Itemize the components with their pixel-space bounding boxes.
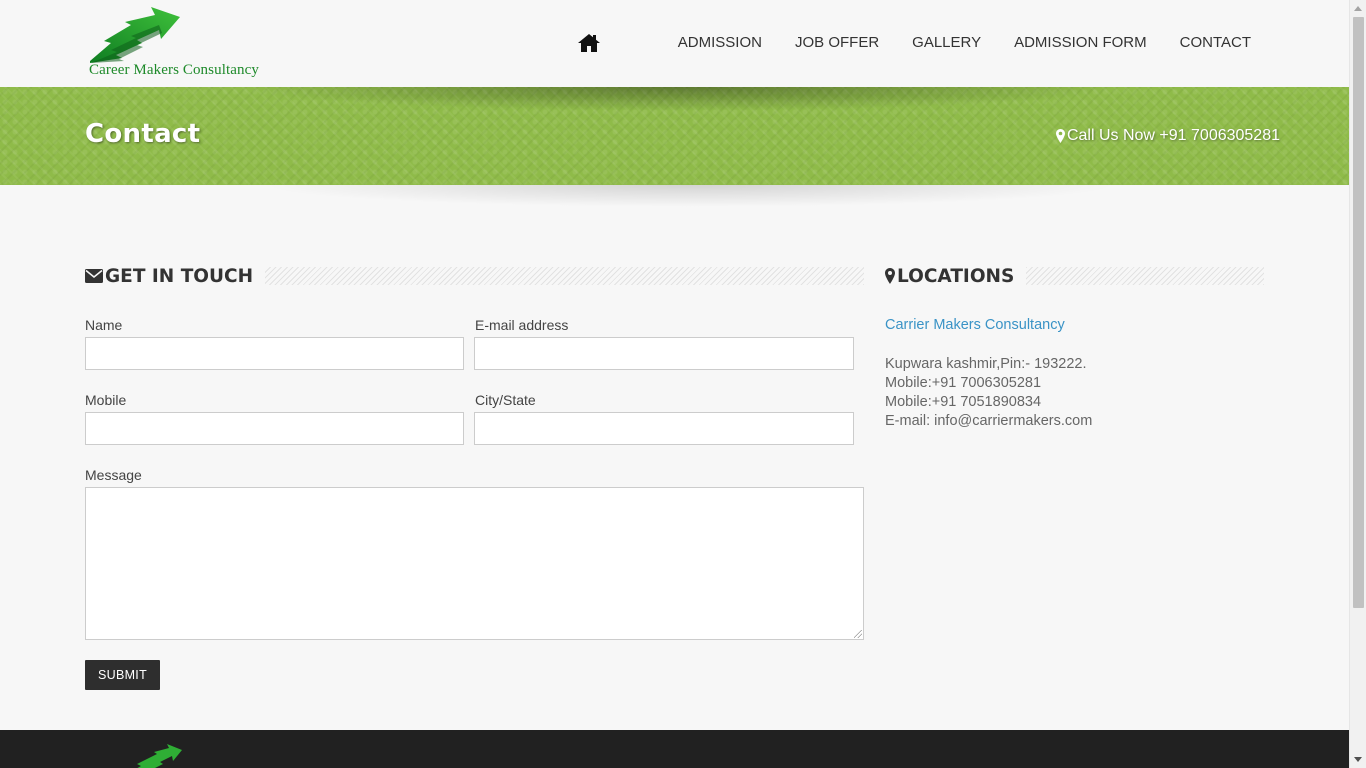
city-input[interactable] <box>474 412 854 445</box>
site-header: Career Makers Consultancy ADMISSION JOB … <box>0 0 1349 87</box>
scrollbar-thumb[interactable] <box>1353 17 1364 608</box>
email-label: E-mail address <box>475 317 569 333</box>
heading-divider <box>265 267 864 285</box>
nav-home[interactable] <box>577 31 601 55</box>
nav-item-admission[interactable]: ADMISSION <box>678 28 762 58</box>
growth-arrow-icon <box>90 7 180 63</box>
location-mobile-2: Mobile:+91 7051890834 <box>885 394 1042 410</box>
map-marker-icon <box>885 268 895 284</box>
locations-title: LOCATIONS <box>897 265 1015 287</box>
message-label: Message <box>85 467 142 483</box>
call-us-text[interactable]: Call Us Now +91 7006305281 <box>1055 127 1280 145</box>
page-title: Contact <box>85 119 201 149</box>
site-footer <box>0 730 1349 768</box>
nav-item-job-offer[interactable]: JOB OFFER <box>795 28 879 58</box>
location-name-link[interactable]: Carrier Makers Consultancy <box>885 317 1065 333</box>
get-in-touch-title: GET IN TOUCH <box>105 265 254 287</box>
name-label: Name <box>85 317 123 333</box>
envelope-icon <box>85 269 103 283</box>
main-nav: ADMISSION JOB OFFER GALLERY ADMISSION FO… <box>577 28 1251 58</box>
location-address: Kupwara kashmir,Pin:- 193222. <box>885 356 1087 372</box>
heading-divider <box>1026 267 1264 285</box>
caret-down-icon <box>1354 757 1362 762</box>
email-input[interactable] <box>474 337 854 370</box>
resize-grip-icon[interactable] <box>854 630 862 638</box>
mobile-label: Mobile <box>85 392 127 408</box>
page-scrollbar[interactable] <box>1349 0 1366 768</box>
site-logo[interactable]: Career Makers Consultancy <box>87 3 277 81</box>
mobile-input[interactable] <box>85 412 464 445</box>
locations-heading: LOCATIONS <box>885 265 1264 287</box>
call-us-label: Call Us Now +91 7006305281 <box>1066 127 1280 144</box>
caret-up-icon <box>1354 6 1362 11</box>
banner-shadow-bottom <box>260 185 1120 207</box>
logo-text: Career Makers Consultancy <box>89 62 259 78</box>
get-in-touch-heading: GET IN TOUCH <box>85 265 864 287</box>
city-label: City/State <box>475 392 536 408</box>
name-input[interactable] <box>85 337 464 370</box>
location-email: E-mail: info@carriermakers.com <box>885 413 1093 429</box>
map-marker-icon <box>1055 129 1065 143</box>
footer-logo-icon <box>137 744 182 768</box>
location-mobile-1: Mobile:+91 7006305281 <box>885 375 1042 391</box>
scroll-down-button[interactable] <box>1350 751 1366 768</box>
message-textarea[interactable] <box>85 487 864 640</box>
nav-item-gallery[interactable]: GALLERY <box>912 28 981 58</box>
nav-item-admission-form[interactable]: ADMISSION FORM <box>1014 28 1147 58</box>
nav-item-contact[interactable]: CONTACT <box>1180 28 1251 58</box>
scroll-up-button[interactable] <box>1350 0 1366 17</box>
home-icon <box>577 34 600 52</box>
submit-button[interactable]: SUBMIT <box>85 660 160 690</box>
